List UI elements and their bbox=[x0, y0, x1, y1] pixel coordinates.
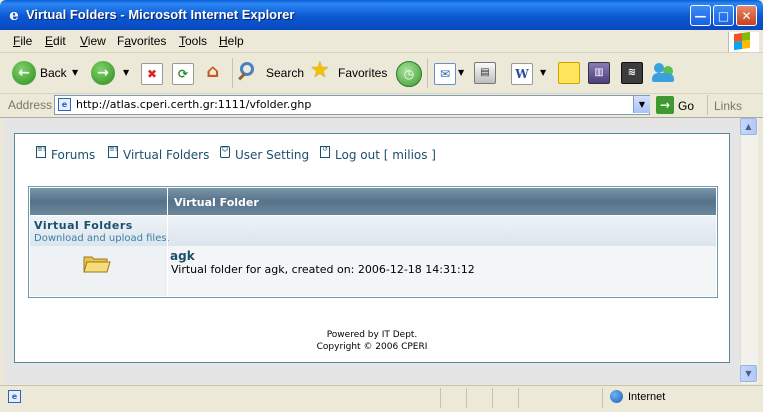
nav-virtual-folders-link[interactable]: Virtual Folders bbox=[123, 148, 209, 162]
back-dropdown-icon[interactable]: ▼ bbox=[72, 68, 78, 77]
forward-dropdown-icon[interactable]: ▼ bbox=[123, 68, 129, 77]
go-button-label[interactable]: Go bbox=[678, 99, 694, 113]
back-button-label[interactable]: Back bbox=[40, 66, 67, 80]
menu-edit[interactable]: Edit bbox=[45, 34, 66, 48]
address-label: Address bbox=[8, 98, 53, 112]
back-arrow-icon[interactable]: ← bbox=[12, 61, 36, 85]
status-pane-divider bbox=[440, 388, 441, 408]
favorites-button-label[interactable]: Favorites bbox=[338, 66, 387, 80]
messenger-bar-icon[interactable]: ≋ bbox=[621, 62, 643, 84]
vertical-scrollbar[interactable] bbox=[740, 118, 758, 384]
copyright-text: Copyright © 2006 CPERI bbox=[316, 342, 428, 352]
user-setting-icon: ☺ bbox=[220, 146, 230, 158]
folder-icon[interactable] bbox=[83, 254, 111, 274]
scroll-down-button[interactable]: ▼ bbox=[740, 365, 757, 382]
menu-help[interactable]: Help bbox=[219, 34, 244, 48]
status-page-icon: e bbox=[8, 390, 21, 403]
toolbar-separator bbox=[427, 58, 428, 88]
ie-icon: e bbox=[9, 6, 19, 24]
go-arrow-icon[interactable]: → bbox=[656, 96, 674, 114]
forward-arrow-icon[interactable]: → bbox=[91, 61, 115, 85]
menu-bar bbox=[0, 30, 763, 53]
category-title[interactable]: Virtual Folders bbox=[34, 219, 133, 232]
discuss-icon[interactable] bbox=[558, 62, 580, 84]
column-divider bbox=[167, 188, 168, 296]
status-pane-divider bbox=[466, 388, 467, 408]
history-icon[interactable]: ◷ bbox=[396, 61, 422, 87]
powered-by-text: Powered by IT Dept. bbox=[326, 330, 418, 340]
status-pane-divider bbox=[602, 388, 603, 408]
security-zone-label: Internet bbox=[628, 391, 666, 403]
forums-icon: ≡≡ bbox=[36, 146, 46, 158]
menu-file[interactable]: File bbox=[13, 34, 32, 48]
mail-icon[interactable]: ✉ bbox=[434, 63, 456, 85]
stop-icon[interactable]: ✖ bbox=[141, 63, 163, 85]
table-header-label: Virtual Folder bbox=[174, 196, 259, 209]
windows-flag-icon bbox=[734, 31, 750, 51]
mail-dropdown-icon[interactable]: ▼ bbox=[458, 68, 464, 77]
table-header bbox=[30, 188, 716, 215]
maximize-button[interactable]: □ bbox=[713, 5, 734, 26]
minimize-button[interactable]: — bbox=[690, 5, 711, 26]
virtual-folders-icon: ≡≡ bbox=[108, 146, 118, 158]
links-separator bbox=[707, 95, 708, 115]
home-icon[interactable]: ⌂ bbox=[203, 62, 223, 82]
address-url[interactable]: http://atlas.cperi.certh.gr:1111/vfolder… bbox=[76, 98, 311, 111]
edit-dropdown-icon[interactable]: ▼ bbox=[540, 68, 546, 77]
window-title: Virtual Folders - Microsoft Internet Exp… bbox=[26, 7, 295, 22]
research-icon[interactable]: ▥ bbox=[588, 62, 610, 84]
print-icon[interactable]: ▤ bbox=[474, 62, 496, 84]
toolbar-separator bbox=[232, 58, 233, 88]
internet-globe-icon bbox=[610, 390, 623, 403]
logout-icon: ↺ bbox=[320, 146, 330, 158]
menu-view[interactable]: View bbox=[80, 34, 106, 48]
status-pane-divider bbox=[518, 388, 519, 408]
page-footer: Powered by IT Dept. Copyright © 2006 CPE… bbox=[14, 329, 730, 353]
folder-description: Virtual folder for agk, created on: 2006… bbox=[171, 263, 475, 276]
edit-word-icon[interactable]: W bbox=[511, 63, 533, 85]
folder-name-link[interactable]: agk bbox=[170, 249, 195, 263]
links-button[interactable]: Links bbox=[714, 99, 742, 113]
scroll-up-button[interactable]: ▲ bbox=[740, 118, 757, 135]
messenger-people-icon[interactable] bbox=[652, 61, 676, 85]
close-button[interactable]: ✕ bbox=[736, 5, 757, 26]
category-subtitle: Download and upload files. bbox=[34, 233, 170, 244]
address-dropdown-icon[interactable]: ▼ bbox=[633, 96, 650, 113]
favorites-star-icon[interactable]: ★ bbox=[310, 58, 330, 84]
search-button-label[interactable]: Search bbox=[266, 66, 304, 80]
nav-forums-link[interactable]: Forums bbox=[51, 148, 95, 162]
page-icon: e bbox=[58, 98, 71, 111]
nav-user-setting-link[interactable]: User Setting bbox=[235, 148, 309, 162]
menu-favorites[interactable]: Favorites bbox=[117, 34, 166, 48]
nav-logout-link[interactable]: Log out [ milios ] bbox=[335, 148, 436, 162]
menu-tools[interactable]: Tools bbox=[179, 34, 207, 48]
status-pane-divider bbox=[492, 388, 493, 408]
refresh-icon[interactable]: ⟳ bbox=[172, 63, 194, 85]
